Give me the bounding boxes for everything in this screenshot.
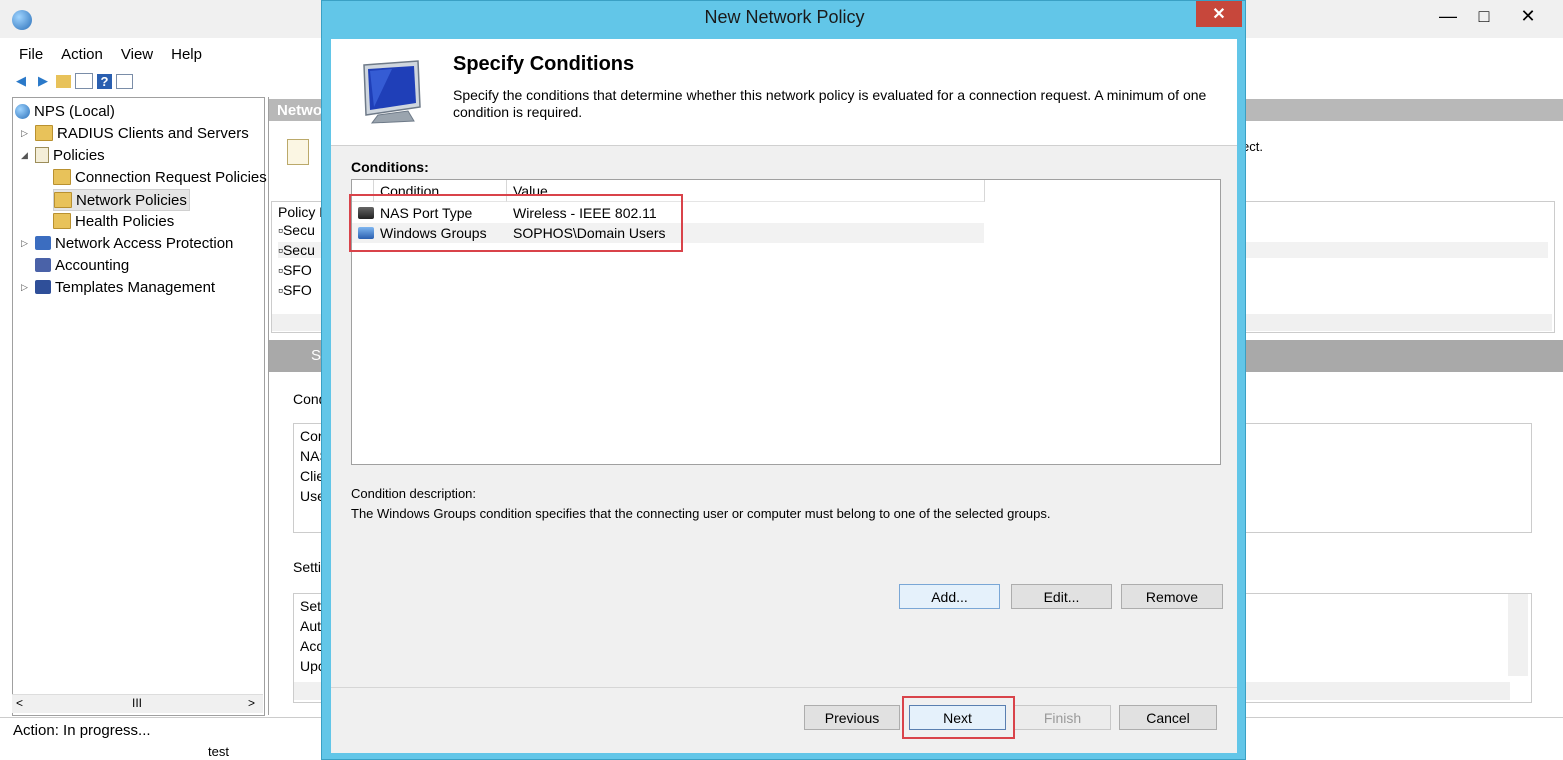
condition-description-text: The Windows Groups condition specifies t… xyxy=(351,506,1051,521)
page-subtitle: Specify the conditions that determine wh… xyxy=(453,87,1207,120)
status-text: Action: In progress... xyxy=(13,722,151,739)
menu-action[interactable]: Action xyxy=(52,44,112,66)
next-highlight-box xyxy=(902,696,1015,739)
policy-row[interactable]: ▫Secu xyxy=(278,222,315,238)
tree-horizontal-scrollbar[interactable]: < III > xyxy=(12,694,263,713)
show-hide-tree-icon[interactable] xyxy=(75,73,93,89)
properties-view-icon[interactable] xyxy=(116,73,133,89)
detail-header-title: S xyxy=(311,347,322,364)
expand-arrow-icon[interactable]: ▷ xyxy=(21,238,31,249)
forward-arrow-icon[interactable]: ▶ xyxy=(34,72,52,90)
dialog-close-button[interactable]: ✕ xyxy=(1196,1,1242,27)
policy-intro-icon xyxy=(287,139,309,165)
page-title: Specify Conditions xyxy=(453,53,635,75)
policy-row[interactable]: ▫SFO xyxy=(278,262,312,278)
tree-label: Templates Management xyxy=(55,278,216,296)
folder-icon xyxy=(35,125,53,141)
policy-row[interactable]: ▫SFO xyxy=(278,282,312,298)
tree-label: Health Policies xyxy=(75,212,175,230)
wizard-header: Specify Conditions Specify the condition… xyxy=(331,39,1237,146)
expand-arrow-icon[interactable]: ▷ xyxy=(21,282,31,293)
up-folder-icon[interactable] xyxy=(56,74,71,88)
app-globe-icon xyxy=(12,10,32,30)
scroll-right-icon[interactable]: > xyxy=(248,696,255,710)
toolbar: ◀ ▶ ? xyxy=(12,70,133,92)
console-tree: NPS (Local) ▷ RADIUS Clients and Servers… xyxy=(12,97,267,716)
add-condition-button[interactable]: Add... xyxy=(899,584,1000,609)
detail-setting-item: Acc xyxy=(300,638,324,654)
help-icon[interactable]: ? xyxy=(97,73,112,89)
detail-setting-item: Set xyxy=(300,598,322,614)
menu-file[interactable]: File xyxy=(10,44,52,66)
folder-icon xyxy=(53,213,71,229)
tree-item-templates-management[interactable]: ▷ Templates Management xyxy=(21,277,215,297)
policies-icon xyxy=(35,147,49,163)
scroll-thumb[interactable]: III xyxy=(132,696,142,710)
tree-item-health-policies[interactable]: Health Policies xyxy=(53,211,174,231)
tree-label: Connection Request Policies xyxy=(75,168,267,186)
edit-condition-button[interactable]: Edit... xyxy=(1011,584,1112,609)
settings-vscrollbar[interactable] xyxy=(1508,594,1528,676)
menu-bar: File Action View Help xyxy=(10,44,211,66)
previous-button[interactable]: Previous xyxy=(804,705,900,730)
nap-icon xyxy=(35,236,51,250)
nps-globe-icon xyxy=(15,103,30,119)
finish-button[interactable]: Finish xyxy=(1014,705,1111,730)
menu-view[interactable]: View xyxy=(112,44,162,66)
new-network-policy-dialog: New Network Policy ✕ Specify Conditions … xyxy=(321,0,1246,760)
dialog-title: New Network Policy xyxy=(704,7,865,27)
templates-icon xyxy=(35,280,51,294)
tree-label: Network Policies xyxy=(76,191,187,209)
menu-help[interactable]: Help xyxy=(162,44,211,66)
condition-description-label: Condition description: xyxy=(351,486,477,501)
bottom-peek-item: test xyxy=(208,744,229,759)
tree-label: NPS (Local) xyxy=(34,102,115,120)
accounting-icon xyxy=(35,258,51,272)
tree-item-network-policies[interactable]: Network Policies xyxy=(53,189,190,211)
scroll-left-icon[interactable]: < xyxy=(16,696,23,710)
back-arrow-icon[interactable]: ◀ xyxy=(12,72,30,90)
tree-item-policies[interactable]: ◢ Policies xyxy=(21,145,105,165)
conditions-label: Conditions: xyxy=(351,159,429,175)
conditions-highlight-box xyxy=(349,194,683,252)
tree-item-accounting[interactable]: Accounting xyxy=(35,255,129,275)
remove-condition-button[interactable]: Remove xyxy=(1121,584,1223,609)
detail-cond-item: Cor xyxy=(300,428,323,444)
tree-item-radius[interactable]: ▷ RADIUS Clients and Servers xyxy=(21,123,249,143)
monitor-icon xyxy=(363,60,421,124)
tree-item-nps-local[interactable]: NPS (Local) xyxy=(15,101,115,121)
footer-divider xyxy=(331,687,1237,688)
tree-item-network-access-protection[interactable]: ▷ Network Access Protection xyxy=(21,233,233,253)
folder-icon xyxy=(53,169,71,185)
minimize-button[interactable]: — xyxy=(1430,4,1466,28)
expand-arrow-icon[interactable]: ▷ xyxy=(21,128,31,139)
collapse-arrow-icon[interactable]: ◢ xyxy=(21,150,31,161)
network-policies-icon xyxy=(54,192,72,208)
close-window-button[interactable]: ✕ xyxy=(1510,4,1546,28)
maximize-button[interactable]: □ xyxy=(1466,4,1502,28)
details-header-title: Netwo xyxy=(277,102,322,119)
tree-label: Network Access Protection xyxy=(55,234,234,252)
tree-label: Accounting xyxy=(55,256,130,274)
tree-item-connection-request-policies[interactable]: Connection Request Policies xyxy=(53,167,267,187)
tree-label: Policies xyxy=(53,146,105,164)
cancel-button[interactable]: Cancel xyxy=(1119,705,1217,730)
tree-label: RADIUS Clients and Servers xyxy=(57,124,249,142)
